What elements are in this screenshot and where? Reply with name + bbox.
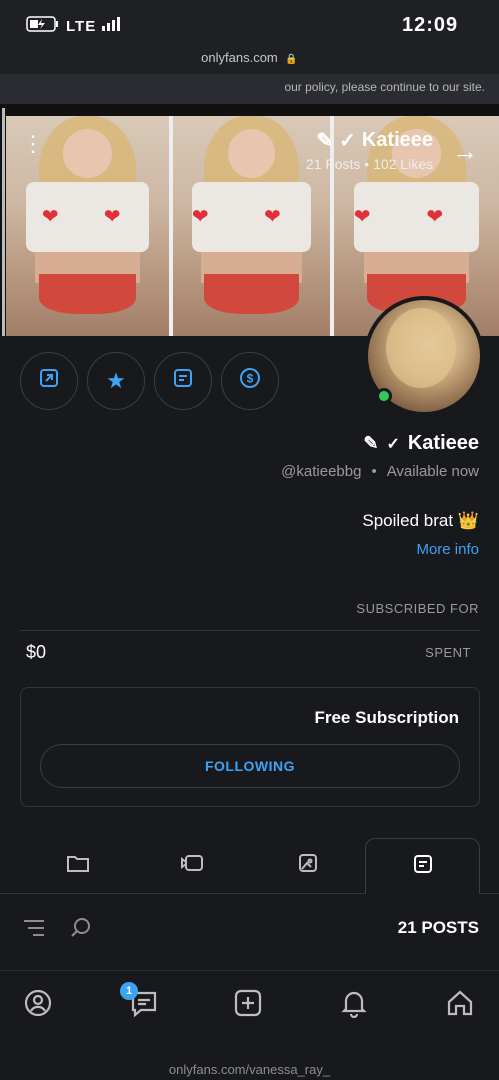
clock: 12:09 xyxy=(402,14,459,36)
subscribed-for-label: SUBSCRIBED FOR xyxy=(356,601,479,616)
watermark-url: onlyfans.com/vanessa_ray_ xyxy=(168,1062,331,1077)
network-type: LTE xyxy=(66,17,97,35)
messages-badge: 1 xyxy=(120,982,138,1000)
verified-icon: ✓ xyxy=(386,435,400,453)
profile-name: ✎ ✓ Katieee xyxy=(363,432,479,454)
tab-posts[interactable] xyxy=(365,838,480,894)
cover-stats: 21 Posts • 102 Likes xyxy=(305,156,433,172)
folder-icon xyxy=(65,851,91,881)
divider xyxy=(20,630,480,631)
tip-button[interactable]: $ xyxy=(221,352,279,410)
battery-icon xyxy=(26,16,60,36)
cover-photo: ❤ ❤ xyxy=(173,116,330,336)
videos-icon xyxy=(179,851,205,881)
edit-icon: ✎ xyxy=(363,433,379,453)
policy-banner: our policy, please continue to our site. xyxy=(0,74,499,104)
divider xyxy=(0,970,499,971)
url-bar[interactable]: onlyfans.com 🔒 xyxy=(0,44,499,74)
signal-icon xyxy=(102,17,122,35)
tab-videos[interactable] xyxy=(134,838,249,894)
tab-folders[interactable] xyxy=(20,838,135,894)
spent-value: $0 xyxy=(26,642,47,662)
more-options-icon[interactable]: ⋮ xyxy=(22,133,44,155)
availability-status: Available now xyxy=(386,463,479,480)
bell-icon xyxy=(339,988,369,1025)
more-info-link[interactable]: More info xyxy=(416,541,479,558)
filter-icon[interactable] xyxy=(22,918,46,943)
nav-add-post[interactable] xyxy=(228,986,268,1026)
scroll-indicator xyxy=(2,108,5,336)
tip-dollar-icon: $ xyxy=(238,366,262,396)
spent-label: SPENT xyxy=(425,645,471,660)
posts-icon xyxy=(411,852,435,882)
url-host: onlyfans.com xyxy=(201,50,278,65)
svg-text:$: $ xyxy=(247,372,254,386)
online-status-dot xyxy=(376,388,392,404)
edit-icon: ✎ xyxy=(316,130,334,152)
star-icon: ★ xyxy=(106,368,126,393)
profile-icon xyxy=(23,988,53,1025)
favorite-button[interactable]: ★ xyxy=(87,352,145,410)
search-icon[interactable] xyxy=(70,916,92,944)
profile-meta: @katieebbg • Available now xyxy=(281,463,479,480)
verified-icon: ✓ xyxy=(339,130,356,152)
handle: @katieebbg xyxy=(281,463,362,480)
photos-icon xyxy=(296,851,320,881)
status-indicators: LTE xyxy=(26,16,122,36)
lock-icon: 🔒 xyxy=(285,54,298,65)
cover-name: ✎ ✓ Katieee xyxy=(316,129,433,152)
home-icon xyxy=(445,988,475,1025)
posts-count: 21 POSTS xyxy=(397,918,479,937)
message-icon xyxy=(171,366,195,396)
nav-profile[interactable] xyxy=(18,986,58,1026)
share-button[interactable] xyxy=(20,352,78,410)
nav-home[interactable] xyxy=(440,986,480,1026)
nav-notifications[interactable] xyxy=(334,986,374,1026)
profile-bio: Spoiled brat 👑 xyxy=(362,511,479,530)
add-icon xyxy=(233,988,263,1025)
tab-photos[interactable] xyxy=(250,838,365,894)
policy-banner-text: our policy, please continue to our site. xyxy=(284,80,485,94)
following-button[interactable]: FOLLOWING xyxy=(40,744,460,788)
subscription-title: Free Subscription xyxy=(314,708,459,727)
message-button[interactable] xyxy=(154,352,212,410)
share-icon xyxy=(37,366,61,396)
back-arrow-icon[interactable]: → xyxy=(452,136,478,167)
